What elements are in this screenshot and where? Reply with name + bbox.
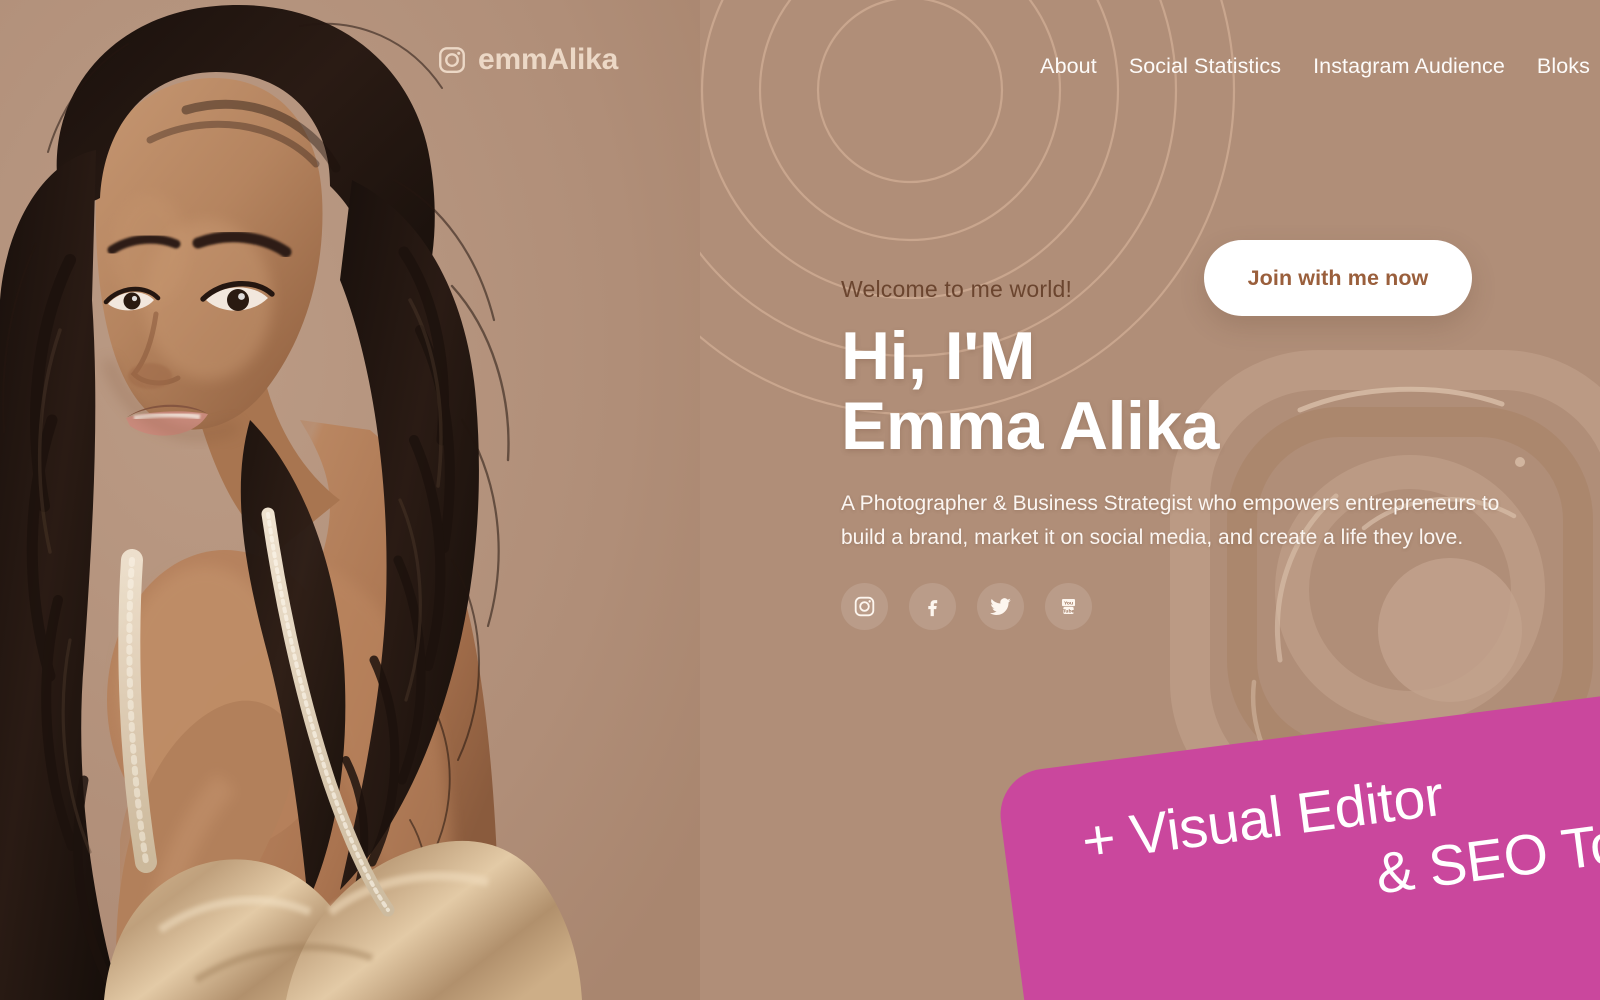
main-nav: About Social Statistics Instagram Audien…	[1038, 52, 1592, 82]
hero-section: Welcome to me world! Hi, I'M Emma Alika …	[841, 240, 1561, 631]
nav-item-instagram-audience[interactable]: Instagram Audience	[1311, 52, 1507, 82]
svg-text:Tube: Tube	[1063, 609, 1075, 615]
hero-portrait-photo	[0, 0, 700, 1000]
youtube-icon: You Tube	[1057, 595, 1080, 618]
facebook-icon	[921, 595, 944, 618]
hero-title-line-2: Emma Alika	[841, 388, 1220, 465]
nav-item-about[interactable]: About	[1038, 52, 1099, 82]
hero-description: A Photographer & Business Strategist who…	[841, 492, 1500, 550]
landing-page: emmAlika About Social Statistics Instagr…	[0, 0, 1600, 1000]
site-header: emmAlika About Social Statistics Instagr…	[0, 0, 1600, 140]
nav-item-bloks[interactable]: Bloks	[1535, 52, 1592, 82]
join-now-button[interactable]: Join with me now	[1204, 240, 1472, 316]
social-link-facebook[interactable]	[909, 583, 956, 631]
hero-title-line-1: Hi, I'M	[841, 318, 1036, 394]
hero-actions: You Tube Join with me now	[841, 240, 1561, 631]
brand-name: emmAlika	[478, 43, 619, 76]
twitter-icon	[988, 594, 1013, 619]
social-link-twitter[interactable]	[977, 583, 1024, 631]
instagram-icon	[437, 45, 467, 75]
instagram-icon	[853, 595, 876, 618]
social-link-youtube[interactable]: You Tube	[1045, 583, 1092, 631]
nav-item-social-statistics[interactable]: Social Statistics	[1127, 52, 1283, 82]
svg-text:You: You	[1064, 601, 1073, 607]
hero-title: Hi, I'M Emma Alika	[841, 321, 1561, 461]
promo-banner: + Visual Editor & SEO Tools	[995, 677, 1600, 1000]
social-link-instagram[interactable]	[841, 583, 888, 631]
brand-logo[interactable]: emmAlika	[437, 45, 618, 75]
social-links: You Tube	[841, 583, 1092, 631]
